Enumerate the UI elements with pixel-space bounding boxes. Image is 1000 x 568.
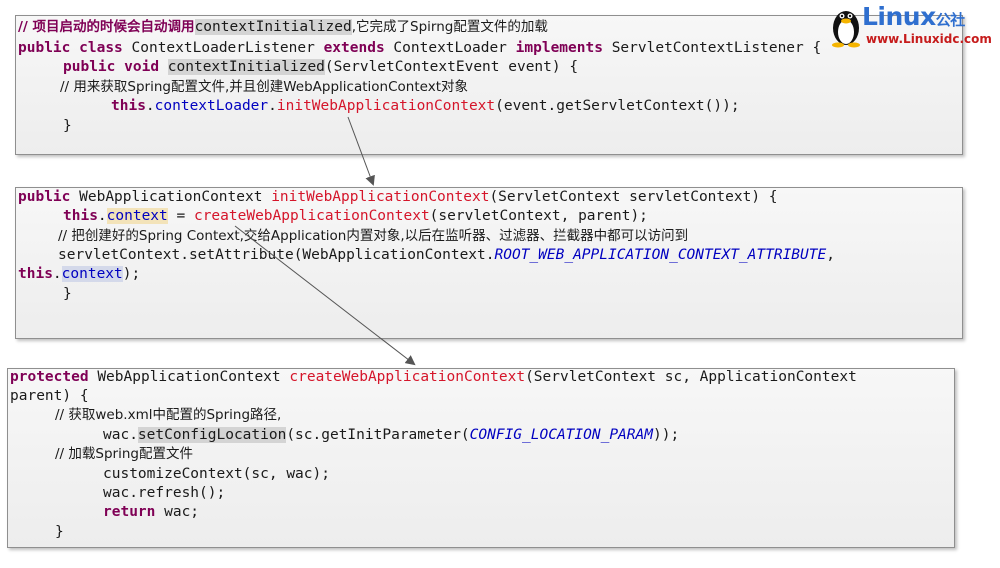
flow-arrows: [234, 116, 416, 366]
logo-brand: Linux: [862, 2, 936, 31]
logo-title: Linux公社: [862, 2, 965, 31]
arrow-to-init: [347, 116, 375, 186]
logo-url: www.Linuxidc.com: [866, 32, 992, 46]
arrow-to-create: [234, 225, 416, 366]
logo-brand-suffix: 公社: [935, 11, 966, 29]
